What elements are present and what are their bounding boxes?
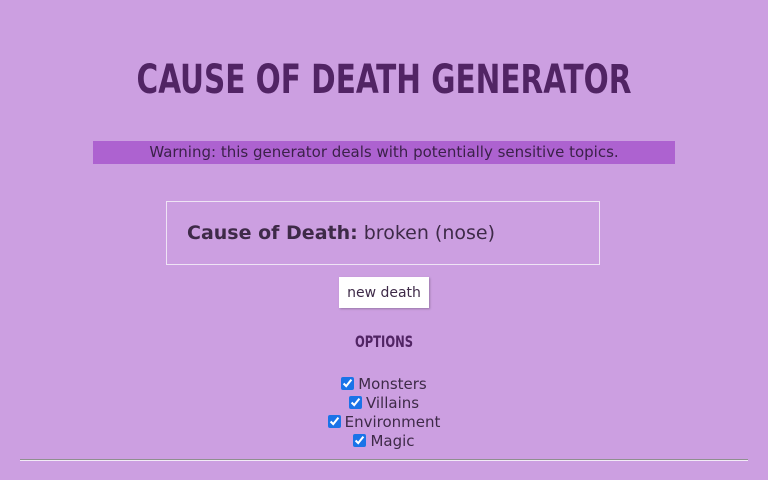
option-villains-checkbox[interactable] bbox=[348, 396, 362, 409]
option-villains[interactable]: Villains bbox=[0, 394, 768, 413]
option-monsters[interactable]: Monsters bbox=[0, 375, 768, 394]
page: Cause of Death Generator Warning: this g… bbox=[0, 0, 768, 480]
page-title: Cause of Death Generator bbox=[136, 57, 632, 103]
result-value: broken (nose) bbox=[363, 222, 495, 244]
warning-banner: Warning: this generator deals with poten… bbox=[93, 141, 675, 164]
options-heading: Options bbox=[354, 332, 414, 351]
option-magic-label: Magic bbox=[370, 432, 415, 450]
divider bbox=[20, 459, 748, 461]
option-villains-label: Villains bbox=[365, 394, 420, 412]
option-monsters-checkbox[interactable] bbox=[341, 377, 355, 390]
option-environment-checkbox[interactable] bbox=[327, 415, 341, 428]
options-list: Monsters Villains Environment Magic bbox=[0, 375, 768, 451]
option-environment[interactable]: Environment bbox=[0, 413, 768, 432]
option-magic[interactable]: Magic bbox=[0, 432, 768, 451]
option-magic-checkbox[interactable] bbox=[353, 434, 367, 447]
option-monsters-label: Monsters bbox=[358, 375, 427, 393]
result-box: Cause of Death: broken (nose) bbox=[166, 201, 600, 265]
result-label: Cause of Death: bbox=[187, 222, 358, 244]
option-environment-label: Environment bbox=[344, 413, 441, 431]
new-death-button[interactable]: new death bbox=[339, 277, 429, 308]
